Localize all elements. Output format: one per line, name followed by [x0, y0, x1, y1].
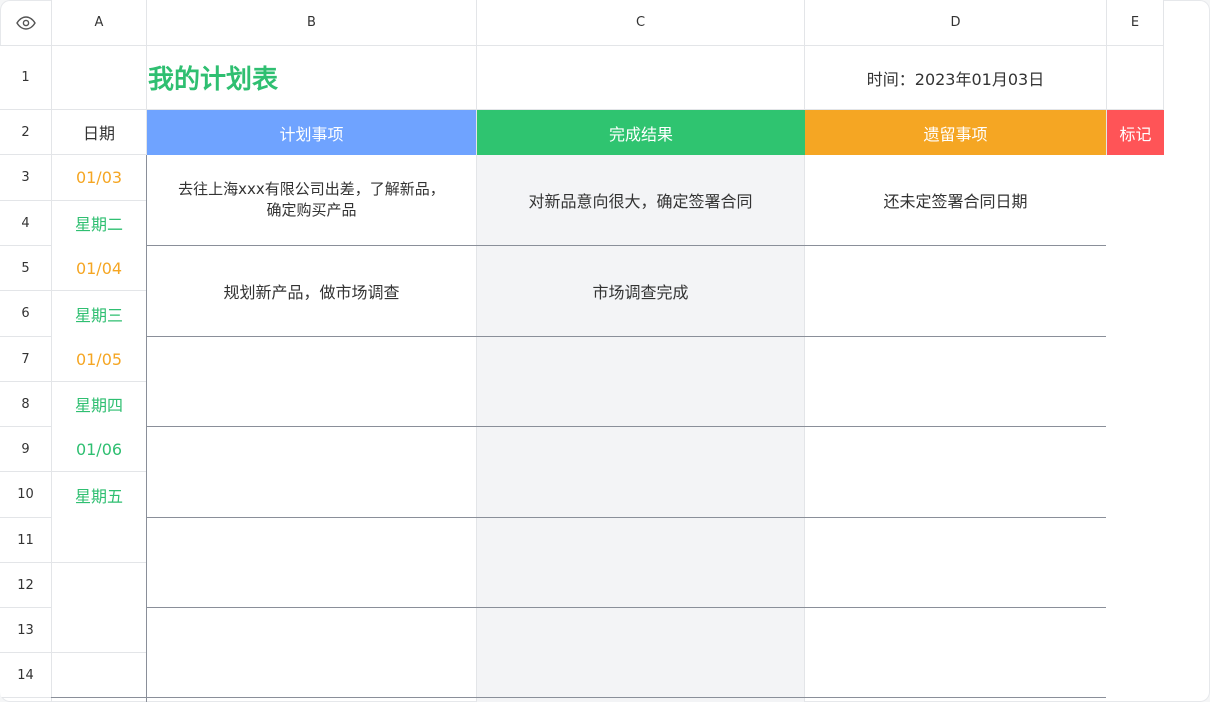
row-header[interactable]: 1 [0, 46, 51, 109]
column-header-b[interactable]: B [147, 0, 476, 45]
header-date[interactable]: 日期 [52, 110, 146, 154]
row-header[interactable]: 13 [0, 608, 51, 652]
column-header-d[interactable]: D [805, 0, 1106, 45]
row-header[interactable]: 6 [0, 291, 51, 336]
plan-line: 去往上海xxx有限公司出差，了解新品， [178, 180, 445, 198]
weekday-cell[interactable]: 星期二 [52, 201, 146, 245]
row-header[interactable]: 14 [0, 653, 51, 697]
weekday-cell[interactable]: 星期四 [52, 382, 146, 426]
row-header[interactable]: 3 [0, 155, 51, 200]
date-cell[interactable]: 01/06 [52, 427, 146, 471]
block-border [51, 697, 1106, 698]
row-header[interactable]: 9 [0, 427, 51, 471]
row-header[interactable]: 12 [0, 563, 51, 607]
header-plan[interactable]: 计划事项 [147, 110, 476, 155]
row-header[interactable]: 11 [0, 518, 51, 562]
weekday-cell[interactable]: 星期五 [52, 472, 146, 517]
column-header-a[interactable]: A [52, 0, 146, 45]
weekday-cell[interactable]: 星期三 [52, 291, 146, 336]
pending-cell[interactable] [805, 246, 1106, 336]
block-border [146, 336, 1106, 337]
date-cell[interactable]: 01/05 [52, 337, 146, 381]
header-result[interactable]: 完成结果 [477, 110, 805, 155]
result-cell[interactable]: 市场调查完成 [477, 246, 804, 336]
row-header[interactable]: 10 [0, 472, 51, 517]
date-cell[interactable]: 01/03 [52, 155, 146, 200]
column-header-c[interactable]: C [477, 0, 804, 45]
block-border [146, 426, 1106, 427]
pending-cell[interactable]: 还未定签署合同日期 [805, 155, 1106, 245]
eye-icon[interactable] [0, 0, 51, 45]
block-border [146, 607, 1106, 608]
plan-cell[interactable]: 规划新产品，做市场调查 [147, 246, 476, 336]
grid-line [476, 0, 477, 702]
row-header[interactable]: 5 [0, 246, 51, 290]
plan-cell[interactable]: 去往上海xxx有限公司出差，了解新品， 确定购买产品 [147, 155, 476, 245]
plan-line: 确定购买产品 [266, 201, 357, 219]
date-cell[interactable]: 01/04 [52, 246, 146, 290]
row-header[interactable]: 8 [0, 382, 51, 426]
row-header[interactable]: 7 [0, 337, 51, 381]
grid-line [0, 697, 52, 698]
result-cell[interactable]: 对新品意向很大，确定签署合同 [477, 155, 804, 245]
row-header[interactable]: 4 [0, 201, 51, 245]
row-header[interactable]: 2 [0, 110, 51, 154]
sheet-title[interactable]: 我的计划表 [147, 46, 476, 109]
header-mark[interactable]: 标记 [1107, 110, 1164, 155]
spreadsheet: A B C D E 1 2 3 4 5 6 7 8 9 10 11 12 13 … [0, 0, 1210, 702]
block-border [146, 517, 1106, 518]
date-label[interactable]: 时间：2023年01月03日 [805, 46, 1106, 109]
header-pending[interactable]: 遗留事项 [805, 110, 1106, 155]
column-header-e[interactable]: E [1107, 0, 1163, 45]
